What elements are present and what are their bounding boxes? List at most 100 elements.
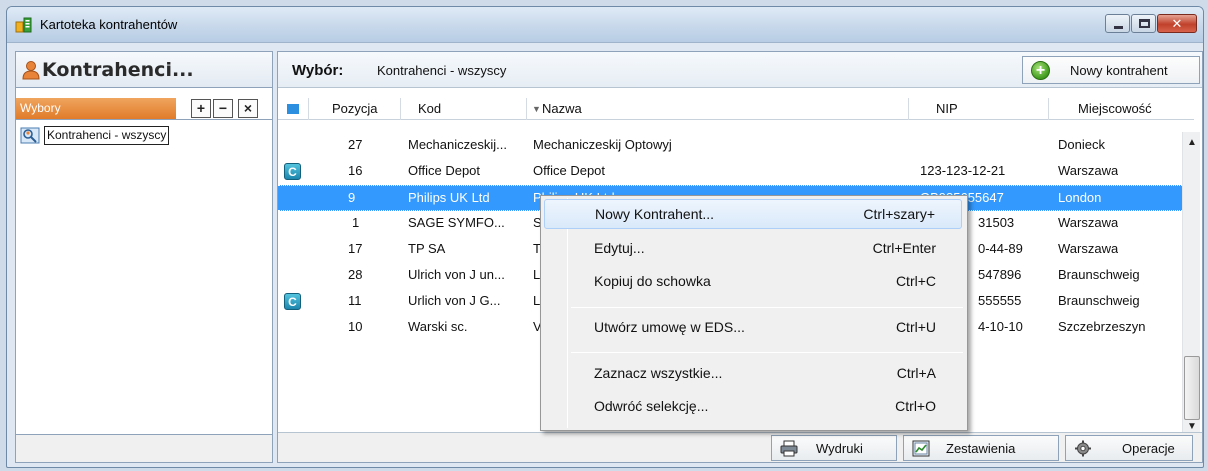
cell-kod: Urlich von J G... — [408, 293, 501, 308]
column-separator — [400, 98, 401, 120]
cell-pozycja: 10 — [348, 319, 363, 334]
cell-miejscowosc: Warszawa — [1058, 241, 1119, 256]
menu-item-shortcut: Ctrl+szary+ — [863, 206, 935, 222]
cell-miejscowosc: Szczebrzeszyn — [1058, 319, 1146, 334]
cell-miejscowosc: Warszawa — [1058, 163, 1119, 178]
operations-label: Operacje — [1122, 441, 1175, 456]
selections-tab[interactable]: Wybory — [16, 98, 176, 119]
column-header-pozycja[interactable]: Pozycja — [332, 101, 378, 116]
menu-separator — [571, 352, 963, 353]
menu-item-new-contractor[interactable]: Nowy Kontrahent... Ctrl+szary+ — [544, 199, 962, 229]
cell-nazwa: Mechaniczeskij Optowyj — [533, 137, 672, 152]
menu-item-select-all[interactable]: Zaznacz wszystkie... Ctrl+A — [544, 359, 962, 389]
gear-icon — [1075, 440, 1091, 457]
menu-item-shortcut: Ctrl+U — [895, 319, 936, 335]
menu-item-edit[interactable]: Edytuj... Ctrl+Enter — [544, 234, 962, 264]
cell-pozycja: 16 — [348, 163, 363, 178]
cell-pozycja: 17 — [348, 241, 363, 256]
row-selector-header[interactable] — [287, 104, 299, 114]
cell-miejscowosc: Braunschweig — [1058, 267, 1140, 282]
scroll-up-icon[interactable]: ▲ — [1183, 134, 1201, 152]
table-row[interactable]: 27 Mechaniczeskij... Mechaniczeskij Opto… — [278, 133, 1184, 159]
close-button[interactable]: ✕ — [1157, 14, 1197, 33]
reports-button[interactable]: Zestawienia — [903, 435, 1059, 461]
menu-item-label: Odwróć selekcję... — [594, 398, 709, 414]
window-title: Kartoteka kontrahentów — [40, 17, 178, 32]
column-separator — [908, 98, 909, 120]
cell-pozycja: 1 — [352, 215, 360, 230]
menu-item-shortcut: Ctrl+O — [895, 398, 936, 414]
cell-nip: 31503 — [978, 215, 1015, 230]
vertical-scrollbar[interactable]: ▲ ▼ — [1182, 132, 1200, 436]
cell-kod: TP SA — [408, 241, 446, 256]
selection-label: Wybór: — [292, 62, 344, 79]
cell-kod: Philips UK Ltd — [408, 190, 490, 205]
menu-separator — [571, 307, 963, 308]
cell-miejscowosc: London — [1058, 190, 1102, 205]
cell-pozycja: 9 — [348, 190, 356, 205]
menu-item-invert-selection[interactable]: Odwróć selekcję... Ctrl+O — [544, 392, 962, 422]
operations-button[interactable]: Operacje — [1065, 435, 1193, 461]
panel-title: Kontrahenci... — [42, 59, 194, 81]
cell-nazwa: Office Depot — [533, 163, 606, 178]
remove-selection-button[interactable]: − — [213, 99, 233, 118]
menu-item-label: Edytuj... — [594, 240, 645, 256]
context-menu: Nowy Kontrahent... Ctrl+szary+ Edytuj...… — [540, 195, 968, 431]
cell-miejscowosc: Donieck — [1058, 137, 1105, 152]
user-icon — [22, 61, 40, 80]
sort-desc-icon: ▼ — [532, 104, 541, 114]
cell-nip: 123-123-12-21 — [920, 163, 1006, 178]
chart-icon — [912, 440, 930, 457]
cell-kod: SAGE SYMFO... — [408, 215, 505, 230]
selections-panel-footer — [16, 434, 272, 462]
printer-icon — [780, 440, 798, 457]
search-people-icon — [20, 127, 40, 144]
selections-panel-header: Kontrahenci... — [16, 52, 272, 88]
menu-item-copy[interactable]: Kopiuj do schowka Ctrl+C — [544, 267, 962, 297]
print-label: Wydruki — [816, 441, 863, 456]
column-separator — [526, 98, 527, 120]
column-separator — [1048, 98, 1049, 120]
new-contractor-button[interactable]: + Nowy kontrahent — [1022, 56, 1200, 84]
tree-item-label: Kontrahenci - wszyscy — [44, 126, 170, 145]
cell-pozycja: 28 — [348, 267, 363, 282]
cell-miejscowosc: Warszawa — [1058, 215, 1119, 230]
cell-kod: Ulrich von J un... — [408, 267, 505, 282]
menu-item-label: Kopiuj do schowka — [594, 273, 711, 289]
cell-kod: Office Depot — [408, 163, 481, 178]
cell-miejscowosc: Braunschweig — [1058, 293, 1140, 308]
column-header-miejscowosc[interactable]: Miejscowość — [1078, 101, 1152, 116]
c-badge-icon: C — [284, 293, 301, 310]
column-header-kod[interactable]: Kod — [418, 101, 441, 116]
close-icon: ✕ — [1171, 16, 1183, 31]
selections-toolbar: Wybory + − × — [16, 98, 272, 120]
title-bar[interactable]: Kartoteka kontrahentów ✕ — [7, 7, 1203, 43]
close-selection-button[interactable]: × — [238, 99, 258, 118]
print-button[interactable]: Wydruki — [771, 435, 897, 461]
cell-nip: 547896 — [978, 267, 1022, 282]
menu-item-shortcut: Ctrl+C — [895, 273, 936, 289]
folder-list-icon — [15, 17, 32, 33]
cell-nip: 555555 — [978, 293, 1022, 308]
selection-value: Kontrahenci - wszyscy — [377, 63, 507, 78]
new-contractor-label: Nowy kontrahent — [1070, 63, 1168, 78]
minimize-button[interactable] — [1105, 14, 1130, 33]
scroll-thumb[interactable] — [1184, 356, 1200, 420]
c-badge-icon: C — [284, 163, 301, 180]
cell-nip: 4-10-10 — [978, 319, 1023, 334]
add-selection-button[interactable]: + — [191, 99, 211, 118]
table-row[interactable]: C 16 Office Depot Office Depot 123-123-1… — [278, 159, 1184, 185]
column-header-nazwa[interactable]: Nazwa — [542, 101, 582, 116]
bottom-toolbar: Wydruki Zestawienia Operacje — [278, 432, 1202, 462]
menu-item-create-contract[interactable]: Utwórz umowę w EDS... Ctrl+U — [544, 313, 962, 343]
cell-pozycja: 27 — [348, 137, 363, 152]
maximize-icon — [1139, 19, 1150, 28]
minimize-icon — [1114, 26, 1123, 29]
menu-item-shortcut: Ctrl+A — [896, 365, 936, 381]
window-controls: ✕ — [1104, 14, 1197, 34]
menu-item-label: Utwórz umowę w EDS... — [594, 319, 745, 335]
cell-nip: 0-44-89 — [978, 241, 1023, 256]
maximize-button[interactable] — [1131, 14, 1156, 33]
cell-kod: Mechaniczeskij... — [408, 137, 507, 152]
column-header-nip[interactable]: NIP — [936, 101, 958, 116]
